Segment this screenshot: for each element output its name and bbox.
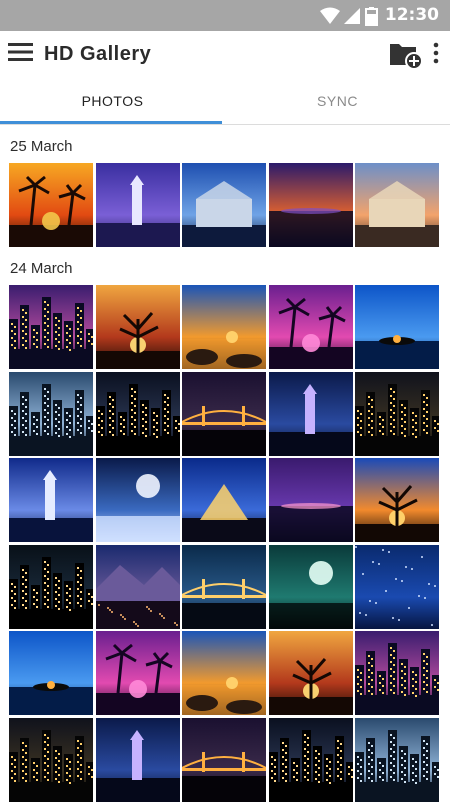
more-vert-icon — [433, 42, 439, 64]
tab-indicator — [0, 121, 222, 124]
photo-thumbnail[interactable] — [355, 458, 439, 542]
photo-thumbnail[interactable] — [95, 717, 180, 802]
tab-sync[interactable]: SYNC — [225, 79, 450, 123]
photo-thumbnail[interactable] — [95, 544, 180, 629]
photo-thumbnail[interactable] — [95, 371, 180, 456]
app-bar: HD Gallery — [0, 31, 450, 79]
photo-thumbnail[interactable] — [355, 544, 439, 629]
add-folder-icon — [390, 44, 423, 70]
photo-thumbnail[interactable] — [355, 717, 439, 802]
photo-thumbnail[interactable] — [268, 458, 353, 542]
photo-thumbnail[interactable] — [182, 371, 266, 456]
photo-thumbnail[interactable] — [355, 163, 439, 247]
photo-thumbnail[interactable] — [268, 285, 353, 369]
section-date-label: 24 March — [10, 260, 73, 277]
tab-photos[interactable]: PHOTOS — [0, 79, 225, 123]
photo-thumbnail[interactable] — [182, 285, 266, 369]
battery-icon — [365, 7, 378, 26]
photo-grid — [0, 163, 450, 247]
menu-icon — [8, 43, 33, 61]
status-icons — [318, 6, 382, 31]
section-date-label: 25 March — [10, 138, 73, 155]
status-time: 12:30 — [384, 5, 439, 25]
photo-thumbnail[interactable] — [182, 163, 266, 247]
photo-thumbnail[interactable] — [9, 163, 93, 247]
more-options-button[interactable] — [429, 42, 443, 64]
menu-button[interactable] — [8, 41, 34, 63]
status-bar: 12:30 — [0, 0, 450, 31]
photo-thumbnail[interactable] — [268, 371, 353, 456]
photo-thumbnail[interactable] — [95, 285, 180, 369]
photo-thumbnail[interactable] — [9, 717, 93, 802]
signal-icon — [344, 8, 360, 24]
photo-thumbnail[interactable] — [182, 631, 266, 715]
photo-thumbnail[interactable] — [9, 371, 93, 456]
photo-thumbnail[interactable] — [9, 285, 93, 369]
photo-thumbnail[interactable] — [182, 717, 266, 802]
photo-thumbnail[interactable] — [355, 631, 439, 715]
photo-thumbnail[interactable] — [268, 544, 353, 629]
app-title: HD Gallery — [44, 43, 152, 65]
photo-thumbnail[interactable] — [268, 163, 353, 247]
photo-thumbnail[interactable] — [95, 631, 180, 715]
photo-thumbnail[interactable] — [268, 717, 353, 802]
add-folder-button[interactable] — [388, 37, 424, 71]
tab-bar: PHOTOS SYNC — [0, 79, 450, 125]
photo-thumbnail[interactable] — [9, 631, 93, 715]
wifi-icon — [320, 7, 340, 24]
photo-thumbnail[interactable] — [268, 631, 353, 715]
photo-grid — [0, 285, 450, 802]
photo-thumbnail[interactable] — [355, 371, 439, 456]
photo-thumbnail[interactable] — [9, 544, 93, 629]
photo-thumbnail[interactable] — [95, 163, 180, 247]
photo-thumbnail[interactable] — [182, 544, 266, 629]
photo-thumbnail[interactable] — [9, 458, 93, 542]
photo-thumbnail[interactable] — [95, 458, 180, 542]
photo-thumbnail[interactable] — [182, 458, 266, 542]
photo-thumbnail[interactable] — [355, 285, 439, 369]
